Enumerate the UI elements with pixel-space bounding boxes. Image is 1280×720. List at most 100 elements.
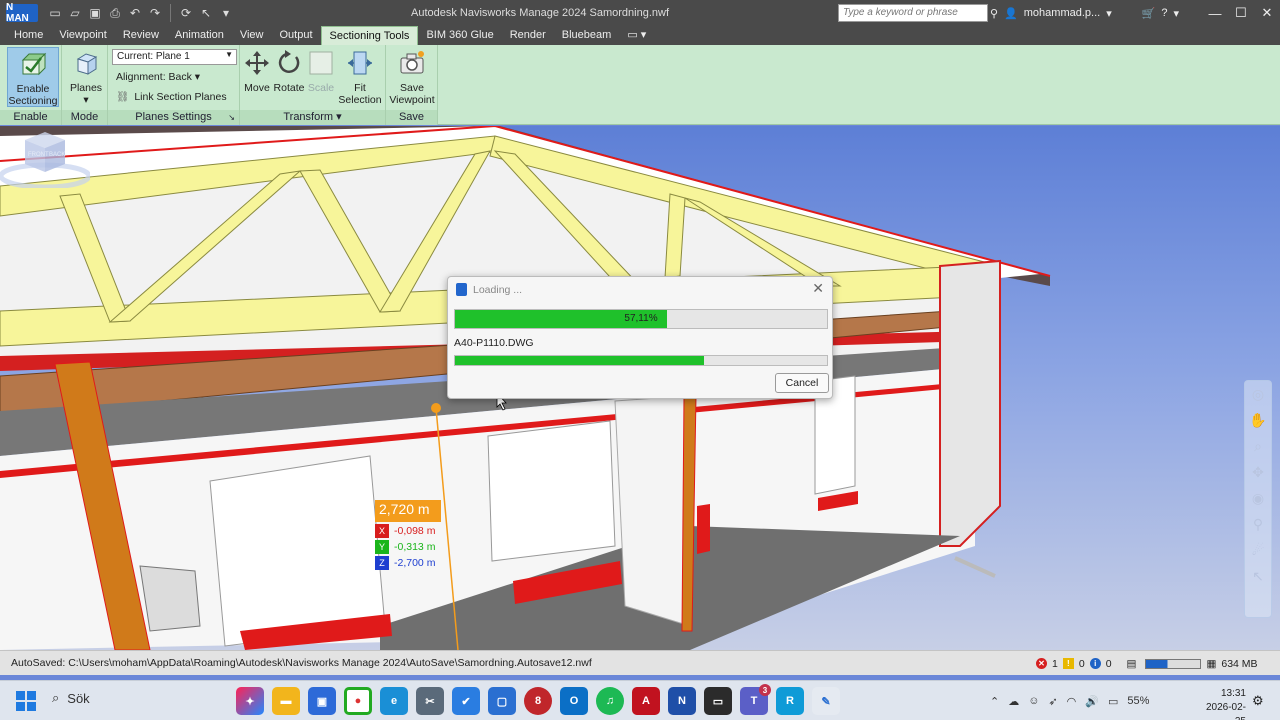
pan-hand-icon[interactable]: ✋ [1245, 407, 1271, 433]
ribbon-options-icon[interactable]: ▭ ▾ [619, 26, 654, 45]
windows-start-icon[interactable] [16, 691, 36, 711]
file-explorer-icon[interactable]: ▬ [272, 687, 300, 715]
edge-icon[interactable]: e [380, 687, 408, 715]
close-icon[interactable]: ✕ [1254, 0, 1280, 26]
terminal-icon[interactable]: ▭ [704, 687, 732, 715]
look-around-icon[interactable]: ◉ [1245, 485, 1271, 511]
autocad-icon[interactable]: A [632, 687, 660, 715]
app-window-icon[interactable]: ▢ [488, 687, 516, 715]
ribbon-panel: Enable Sectioning Enable Planes ▾ Mode C… [0, 45, 1280, 125]
select-cursor-icon[interactable]: ↖ [197, 4, 215, 22]
revit-icon[interactable]: R [776, 687, 804, 715]
app-misc-icon[interactable]: ✎ [812, 687, 840, 715]
close-icon[interactable]: ✕ [812, 280, 824, 297]
planes-button[interactable]: Planes ▾ [67, 47, 105, 106]
settings-gear-icon[interactable]: ⚙ [1252, 693, 1264, 709]
tab-bim360-glue[interactable]: BIM 360 Glue [418, 26, 501, 45]
scale-button[interactable]: Scale [306, 47, 336, 94]
measure-total: 2,720 m [375, 500, 441, 522]
tray-overflow-icon[interactable]: ⌃ [990, 695, 999, 708]
wifi-icon[interactable]: ◠ [1067, 695, 1077, 708]
tab-animation[interactable]: Animation [167, 26, 232, 45]
help-icon[interactable]: ? [1161, 7, 1167, 19]
cancel-button[interactable]: Cancel [775, 373, 829, 393]
save-viewpoint-button[interactable]: Save Viewpoint [388, 47, 436, 106]
battery-icon[interactable]: ▭ [1108, 695, 1118, 708]
divider [170, 4, 171, 22]
windows-taskbar: ⌕ Sök ✦ ▬ ▣ ● e ✂ ✔ ▢ 8 O ♫ A N ▭ T3 R ✎… [0, 680, 1280, 720]
alignment-dropdown[interactable]: Alignment: Back ▾ [116, 71, 200, 83]
link-section-planes-button[interactable]: ⛓ Link Section Planes [116, 90, 227, 104]
todo-icon[interactable]: ✔ [452, 687, 480, 715]
snipping-icon[interactable]: ✂ [416, 687, 444, 715]
new-file-icon[interactable]: ▭ [46, 4, 64, 22]
scale-label: Scale [307, 82, 335, 94]
user-icon[interactable]: 👤 [1004, 7, 1018, 20]
tab-bluebeam[interactable]: Bluebeam [554, 26, 620, 45]
enable-sectioning-button[interactable]: Enable Sectioning [7, 47, 59, 107]
rotate-button[interactable]: Rotate [273, 47, 305, 94]
layout-icon[interactable]: ▦ [1206, 658, 1216, 670]
measure-point[interactable] [431, 403, 441, 413]
open-folder-icon[interactable]: ▱ [66, 4, 84, 22]
clock-time: 13:31 [1220, 688, 1246, 699]
current-plane-select[interactable]: Current: Plane 1 ▼ [112, 49, 237, 65]
refresh-icon[interactable]: ⟳ [177, 4, 195, 22]
move-button[interactable]: Move [242, 47, 272, 94]
navisworks-taskbar-icon[interactable]: N [668, 687, 696, 715]
panel-label-transform[interactable]: Transform ▾ [240, 110, 385, 125]
warning-icon[interactable]: ! [1062, 658, 1074, 669]
undo-icon[interactable]: ↶ [126, 4, 144, 22]
info-icon[interactable]: i [1089, 658, 1101, 669]
user-name[interactable]: mohammad.p... [1024, 7, 1100, 19]
error-icon[interactable]: ✕ [1036, 658, 1047, 669]
minimize-icon[interactable]: — [1202, 0, 1228, 26]
tab-view[interactable]: View [232, 26, 272, 45]
dialog-launcher-icon[interactable]: ↘ [228, 110, 235, 125]
tab-output[interactable]: Output [272, 26, 321, 45]
clock[interactable]: 13:31 2026-02-25 [1204, 687, 1246, 720]
binoculars-icon[interactable]: ⚲ [990, 7, 998, 20]
keyword-search-input[interactable]: Type a keyword or phrase [838, 4, 988, 22]
teams-tray-icon[interactable]: ☺ [1028, 695, 1039, 707]
copilot-icon[interactable]: ✦ [236, 687, 264, 715]
tab-render[interactable]: Render [502, 26, 554, 45]
x-axis-badge: X [375, 524, 389, 538]
store-icon[interactable]: ▣ [308, 687, 336, 715]
help-dropdown-icon[interactable]: ▾ [1174, 7, 1180, 20]
onedrive-icon[interactable]: ☁ [1008, 695, 1019, 708]
tab-review[interactable]: Review [115, 26, 167, 45]
teams-icon[interactable]: T3 [740, 684, 771, 715]
location-icon[interactable]: ➶ [1048, 695, 1057, 708]
dialog-title-bar: Loading ... [456, 283, 522, 296]
title-bar: N MAN ▭ ▱ ▣ ⎙ ↶ ↷ ⟳ ↖ ▾ Autodesk Naviswo… [0, 0, 1280, 26]
walk-icon[interactable]: ⚲ [1245, 511, 1271, 537]
viewcube[interactable]: FRONT BACK [0, 126, 90, 188]
volume-icon[interactable]: 🔊 [1085, 695, 1099, 708]
fit-selection-button[interactable]: Fit Selection [338, 47, 382, 106]
transform-label: Transform [283, 111, 334, 123]
tab-sectioning-tools[interactable]: Sectioning Tools [320, 26, 419, 45]
app-logo[interactable]: N MAN [6, 2, 38, 24]
redo-icon[interactable]: ↷ [146, 4, 164, 22]
link-section-planes-label: Link Section Planes [134, 90, 227, 103]
sheet-browser-icon[interactable]: ▤ [1127, 658, 1137, 670]
steering-wheel-icon[interactable]: ◎ [1245, 381, 1271, 407]
select-icon[interactable]: ↖ [1245, 563, 1271, 589]
qat-dropdown-icon[interactable]: ▾ [217, 4, 235, 22]
tab-home[interactable]: Home [6, 26, 51, 45]
chrome-icon[interactable]: ● [344, 687, 372, 715]
fly-icon[interactable]: ☄ [1245, 537, 1271, 563]
save-icon[interactable]: ▣ [86, 4, 104, 22]
app-red-icon[interactable]: 8 [524, 687, 552, 715]
spotify-icon[interactable]: ♫ [596, 687, 624, 715]
user-dropdown-icon[interactable]: ▾ [1106, 7, 1112, 20]
maximize-icon[interactable]: ☐ [1228, 0, 1254, 26]
print-icon[interactable]: ⎙ [106, 4, 124, 22]
orbit-icon[interactable]: ✥ [1245, 459, 1271, 485]
taskbar-search[interactable]: ⌕ Sök [52, 690, 90, 706]
tab-viewpoint[interactable]: Viewpoint [51, 26, 115, 45]
zoom-window-icon[interactable]: ⌕ [1245, 433, 1271, 459]
outlook-icon[interactable]: O [560, 687, 588, 715]
cart-icon[interactable]: 🛒 [1142, 7, 1156, 20]
